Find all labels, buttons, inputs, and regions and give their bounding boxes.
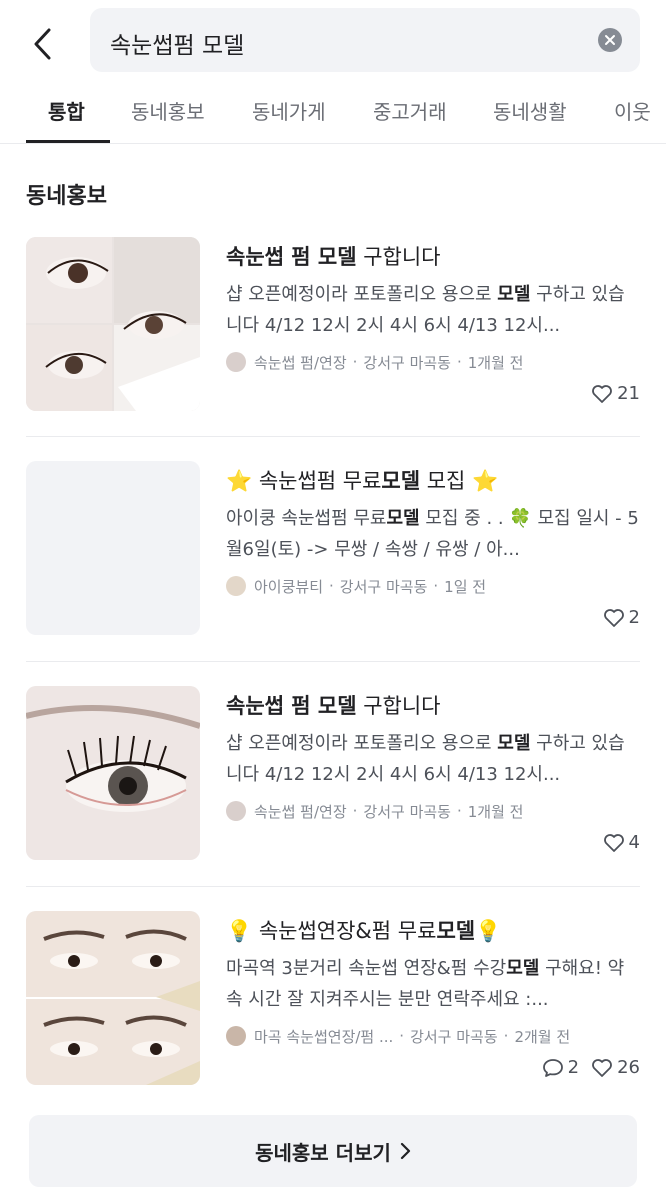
author-name: 마곡 속눈썹연장/펌 ... [254, 1027, 394, 1046]
author-name: 속눈썹 펌/연장 [254, 802, 347, 821]
post-snippet: 아이쿵 속눈썹펌 무료모델 모집 중 . . 🍀 모집 일시 - 5월6일(토)… [226, 508, 639, 560]
heart-icon [603, 833, 624, 852]
divider [26, 436, 640, 437]
author-avatar [226, 352, 246, 372]
post-thumbnail [26, 461, 200, 635]
post-snippet: 샵 오픈예정이라 포토폴리오 용으로 모델 구하고 있습니다 4/12 12시 … [226, 733, 625, 785]
search-query-text: 속눈썹펌 모델 [110, 33, 245, 59]
post-title: 💡 속눈썹연장&펌 무료모델💡 [226, 919, 502, 943]
post-snippet: 마곡역 3분거리 속눈썹 연장&펌 수강모델 구해요! 약속 시간 잘 지켜주시… [226, 958, 625, 1010]
tab-neighbors[interactable]: 이웃 [614, 96, 651, 125]
author-avatar [226, 576, 246, 596]
like-count: 2 [603, 607, 640, 628]
back-button[interactable] [22, 22, 62, 66]
post-item[interactable]: 💡 속눈썹연장&펌 무료모델💡 마곡역 3분거리 속눈썹 연장&펌 수강모델 구… [26, 911, 640, 1085]
tab-local-store[interactable]: 동네가게 [252, 96, 326, 125]
like-count: 21 [591, 383, 640, 404]
post-item[interactable]: ⭐ 속눈썹펌 무료모델 모집 ⭐ 아이쿵 속눈썹펌 무료모델 모집 중 . . … [26, 461, 640, 635]
see-more-label: 동네홍보 더보기 [255, 1140, 391, 1165]
search-header: 속눈썹펌 모델 [0, 0, 666, 84]
author-name: 속눈썹 펌/연장 [254, 353, 347, 372]
post-meta: 속눈썹 펌/연장 · 강서구 마곡동 · 1개월 전 [226, 799, 640, 823]
post-location: 강서구 마곡동 [410, 1027, 498, 1046]
post-stats: 4 [591, 832, 640, 853]
post-meta: 마곡 속눈썹연장/펌 ... · 강서구 마곡동 · 2개월 전 [226, 1024, 640, 1048]
post-time: 2개월 전 [514, 1027, 571, 1046]
heart-icon [603, 608, 624, 627]
divider [26, 886, 640, 887]
author-name: 아이쿵뷰티 [254, 577, 324, 596]
post-stats: 21 [579, 383, 640, 404]
post-item[interactable]: 속눈썹 펌 모델 구합니다 샵 오픈예정이라 포토폴리오 용으로 모델 구하고 … [26, 237, 640, 411]
post-time: 1개월 전 [467, 353, 524, 372]
post-meta: 속눈썹 펌/연장 · 강서구 마곡동 · 1개월 전 [226, 350, 640, 374]
section-title: 동네홍보 [26, 184, 107, 209]
category-tabs: 통합 동네홍보 동네가게 중고거래 동네생활 이웃 [0, 84, 666, 144]
post-meta: 아이쿵뷰티 · 강서구 마곡동 · 1일 전 [226, 574, 640, 598]
post-location: 강서구 마곡동 [339, 577, 428, 596]
active-tab-indicator [26, 140, 110, 143]
tab-all[interactable]: 통합 [48, 96, 85, 125]
heart-icon [592, 384, 612, 403]
post-thumbnail [26, 237, 200, 411]
post-stats: 2 26 [530, 1057, 640, 1078]
post-title: 속눈썹 펌 모델 구합니다 [226, 245, 441, 269]
post-time: 1개월 전 [467, 802, 524, 821]
comment-count: 2 [542, 1057, 579, 1078]
post-thumbnail [26, 911, 200, 1085]
post-title: ⭐ 속눈썹펌 무료모델 모집 ⭐ [226, 469, 499, 493]
post-item[interactable]: 속눈썹 펌 모델 구합니다 샵 오픈예정이라 포토폴리오 용으로 모델 구하고 … [26, 686, 640, 860]
heart-icon [592, 1058, 612, 1077]
search-input[interactable]: 속눈썹펌 모델 [90, 8, 640, 72]
tab-used-trade[interactable]: 중고거래 [373, 96, 447, 125]
post-location: 강서구 마곡동 [363, 353, 451, 372]
tab-local-life[interactable]: 동네생활 [493, 96, 567, 125]
post-time: 1일 전 [444, 577, 487, 596]
post-thumbnail [26, 686, 200, 860]
see-more-button[interactable]: 동네홍보 더보기 [29, 1115, 637, 1187]
author-avatar [226, 1026, 246, 1046]
post-location: 강서구 마곡동 [363, 802, 451, 821]
post-stats: 2 [591, 607, 640, 628]
clear-search-button[interactable] [598, 28, 622, 52]
like-count: 4 [603, 832, 640, 853]
tab-local-promo[interactable]: 동네홍보 [131, 96, 205, 125]
author-avatar [226, 801, 246, 821]
post-title: 속눈썹 펌 모델 구합니다 [226, 694, 441, 718]
like-count: 26 [591, 1057, 640, 1078]
close-icon [605, 35, 615, 45]
chevron-left-icon [34, 28, 51, 60]
speech-bubble-icon [542, 1058, 563, 1077]
post-snippet: 샵 오픈예정이라 포토폴리오 용으로 모델 구하고 있습니다 4/12 12시 … [226, 284, 625, 336]
divider [26, 661, 640, 662]
chevron-right-icon [400, 1142, 410, 1160]
